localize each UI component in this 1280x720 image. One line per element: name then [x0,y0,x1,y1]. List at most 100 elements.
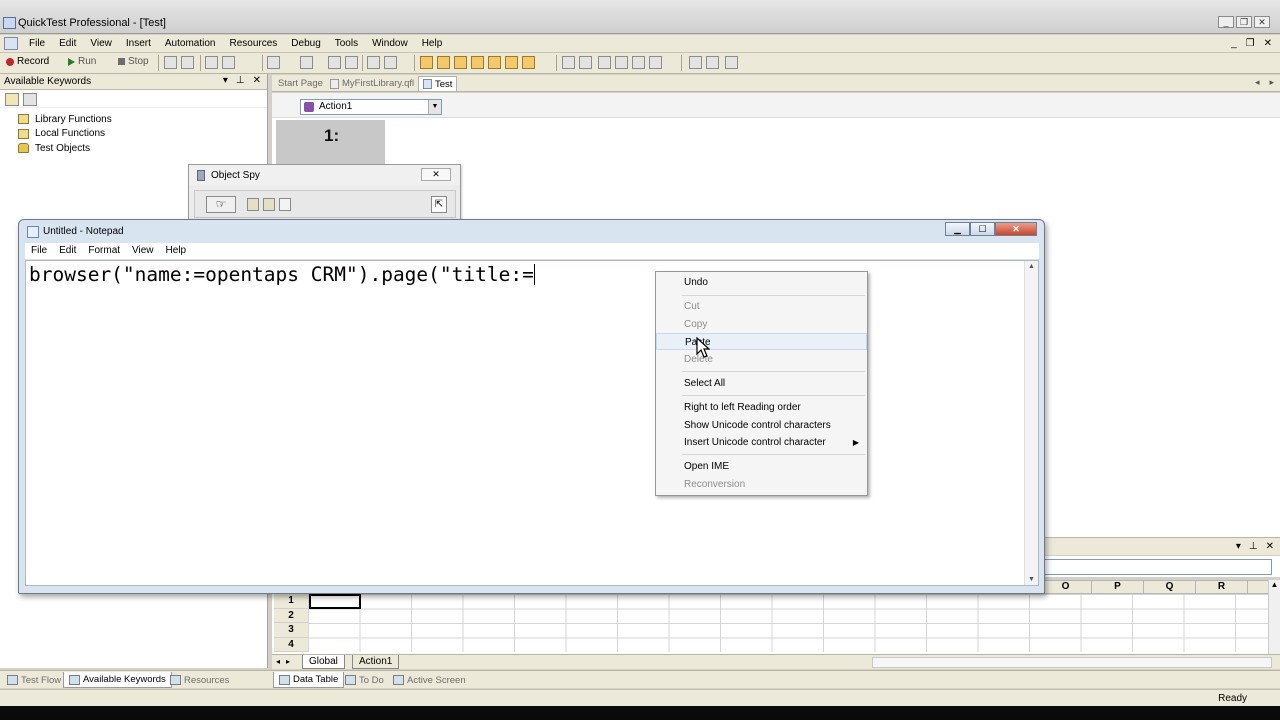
comment-icon[interactable] [649,56,662,69]
menu-item-insert-unicode[interactable]: Insert Unicode control character ▶ [656,434,867,451]
column-header[interactable]: Q [1144,580,1196,594]
notepad-menu-file[interactable]: File [25,243,53,259]
step-over-icon[interactable] [181,56,194,69]
tab-scroll-right-icon[interactable]: ▸ [1269,77,1274,88]
scroll-down-icon[interactable]: ▼ [1025,576,1038,583]
notepad-menu-view[interactable]: View [126,243,160,259]
notepad-menu-format[interactable]: Format [82,243,126,259]
checkpoint-icon[interactable] [300,56,313,69]
menu-item-show-unicode[interactable]: Show Unicode control characters [656,417,867,434]
column-header[interactable]: R [1196,580,1248,594]
function-definition-icon[interactable] [471,56,484,69]
mdi-close-button[interactable]: ✕ [1264,38,1272,49]
tab-available-keywords[interactable]: Available Keywords [63,672,172,688]
menu-file[interactable]: File [22,37,52,50]
notepad-close-button[interactable]: ✕ [995,222,1037,236]
notepad-menu-help[interactable]: Help [160,243,193,259]
tree-item-library-functions[interactable]: Library Functions [4,112,112,127]
add-to-repository-icon[interactable] [263,198,275,211]
pointing-hand-icon[interactable]: ☞ [206,196,236,213]
spy-icon[interactable] [420,56,433,69]
highlight-icon[interactable] [247,198,259,211]
data-table-scrollbar[interactable]: ▲ [1268,580,1280,654]
notepad-menu-edit[interactable]: Edit [53,243,82,259]
pane-dropdown-icon[interactable]: ▾ [1236,541,1241,552]
sheet-next-icon[interactable]: ▸ [286,657,290,666]
breakpoint-icon[interactable] [205,56,218,69]
tab-test[interactable]: Test [418,76,458,91]
data-table-cells[interactable] [308,594,1268,652]
column-header[interactable]: P [1092,580,1144,594]
stop-button[interactable]: Stop [118,56,149,67]
tab-scroll-left-icon[interactable]: ◂ [1255,77,1260,88]
notepad-scrollbar[interactable]: ▲ ▼ [1024,261,1038,585]
minimize-button[interactable]: _ [1218,16,1234,28]
tab-test-flow[interactable]: Test Flow [2,672,66,688]
pane-pin-icon[interactable]: ⊥ [236,75,245,86]
row-header[interactable]: 4 [274,637,308,652]
tab-data-table[interactable]: Data Table [273,672,345,688]
menu-help[interactable]: Help [415,37,450,50]
menu-tools[interactable]: Tools [328,37,365,50]
run-button[interactable]: Run [68,56,96,67]
restore-button[interactable]: ❐ [1236,16,1252,28]
expert-view-icon[interactable] [522,56,535,69]
clear-breakpoints-icon[interactable] [222,56,235,69]
document-icon[interactable] [4,37,18,50]
menu-resources[interactable]: Resources [222,37,284,50]
tab-resources[interactable]: Resources [165,672,234,688]
object-spy-titlebar[interactable]: Object Spy ✕ [189,165,460,185]
object-spy-icon[interactable] [437,56,450,69]
step-generator-icon[interactable] [488,56,501,69]
output-value-icon[interactable] [328,56,341,69]
menu-item-undo[interactable]: Undo [656,274,867,291]
close-button[interactable]: ✕ [1254,16,1270,28]
notepad-titlebar[interactable]: Untitled - Notepad ▁ ☐ ✕ [19,220,1044,242]
chevron-down-icon[interactable]: ▼ [428,100,441,114]
menu-automation[interactable]: Automation [158,37,223,50]
row-header[interactable]: 3 [274,623,308,638]
copy-properties-icon[interactable] [279,198,291,211]
notepad-maximize-button[interactable]: ☐ [970,222,995,236]
menu-item-rtl-reading-order[interactable]: Right to left Reading order [656,399,867,416]
column-header[interactable]: O [1040,580,1092,594]
recovery-icon[interactable] [454,56,467,69]
tab-active-screen[interactable]: Active Screen [388,672,471,688]
goto-icon[interactable] [632,56,645,69]
formula-input[interactable] [1042,559,1272,575]
step-into-icon[interactable] [164,56,177,69]
row-header[interactable]: 2 [274,608,308,623]
keyword-view-icon[interactable] [505,56,518,69]
tree-item-local-functions[interactable]: Local Functions [4,127,112,142]
horizontal-scrollbar[interactable] [872,657,1272,668]
tab-my-first-library[interactable]: MyFirstLibrary.qfl [326,76,418,91]
menu-item-delete[interactable]: Delete [656,351,867,368]
menu-item-reconversion[interactable]: Reconversion [656,476,867,493]
menu-debug[interactable]: Debug [284,37,327,50]
find-icon[interactable] [598,56,611,69]
sheet-first-icon[interactable]: ◂ [276,657,280,666]
menu-view[interactable]: View [83,37,119,50]
mdi-restore-button[interactable]: ❐ [1246,38,1255,49]
scroll-up-icon[interactable]: ▲ [1025,263,1038,270]
action-icon[interactable] [345,56,358,69]
tab-to-do[interactable]: To Do [340,672,389,688]
menu-edit[interactable]: Edit [52,37,83,50]
information-icon[interactable] [725,56,738,69]
tab-start-page[interactable]: Start Page [274,76,327,91]
menu-item-open-ime[interactable]: Open IME [656,458,867,475]
menu-item-cut[interactable]: Cut [656,298,867,315]
record-button[interactable]: Record [6,56,49,67]
pane-close-icon[interactable]: ✕ [253,75,261,86]
scroll-up-icon[interactable]: ▲ [1269,580,1280,589]
menu-window[interactable]: Window [365,37,415,50]
replace-icon[interactable] [615,56,628,69]
menu-item-select-all[interactable]: Select All [656,375,867,392]
object-repository-icon[interactable] [267,56,280,69]
pane-dropdown-icon[interactable]: ▾ [223,75,228,86]
menu-item-paste[interactable]: Paste [656,333,867,350]
menu-item-copy[interactable]: Copy [656,316,867,333]
menu-insert[interactable]: Insert [119,37,158,50]
debug-viewer-icon[interactable] [706,56,719,69]
object-spy-close-button[interactable]: ✕ [421,168,451,181]
